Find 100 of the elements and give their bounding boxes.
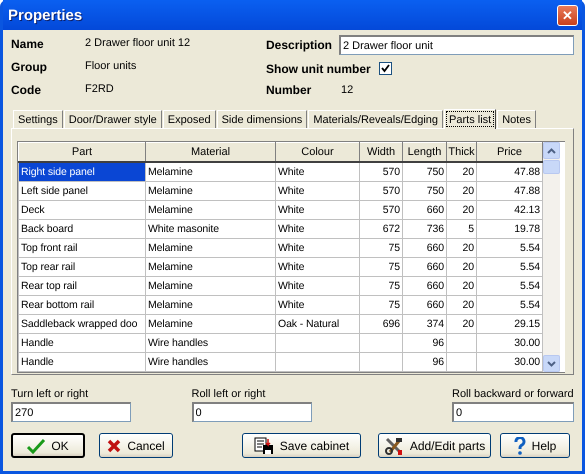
window-title: Properties [8,6,82,24]
table-cell: Melamine [146,200,276,220]
table-cell: 660 [402,296,446,314]
table-cell: 374 [402,314,446,334]
dialog-button[interactable]: Cancel [99,433,173,458]
checkmark-icon [27,438,46,454]
table-cell: Oak - Natural [276,314,360,334]
tab[interactable]: Door/Drawer style [64,110,162,128]
input-field[interactable]: 0 [452,402,574,422]
table-cell: 75 [360,296,402,314]
column-header[interactable]: Price [476,142,542,162]
table-cell: 20 [446,258,476,276]
close-button[interactable]: ✕ [557,4,578,26]
table-cell: 660 [402,258,446,276]
table-cell: Rear top rail [18,276,146,296]
table-cell: Deck [18,200,146,220]
table-cell: Rear bottom rail [18,296,146,314]
column-header[interactable]: Part [18,142,146,162]
column-header[interactable]: Length [402,142,446,162]
field-label: Turn left or right [11,388,90,400]
table-cell: 47.88 [476,162,542,182]
table-cell: Handle [18,352,146,372]
scroll-thumb[interactable] [543,160,560,174]
table-cell: 672 [360,220,402,238]
table-cell [360,352,402,372]
dialog-button[interactable]: OK [11,433,85,458]
help-button[interactable]: Help [500,433,570,458]
column-header[interactable]: Colour [276,142,360,162]
field-label: Number [266,82,312,97]
table-cell: 96 [402,334,446,352]
table-cell [360,334,402,352]
table-cell: Melamine [146,314,276,334]
table-cell: White [276,162,360,182]
scroll-up-button[interactable] [543,142,560,159]
table-cell: 20 [446,200,476,220]
table-cell: Top front rail [18,238,146,258]
floppy-disk-icon [254,436,274,454]
table-cell: Left side panel [18,182,146,200]
column-header[interactable]: Thick [446,142,476,162]
table-cell: 736 [402,220,446,238]
table-cell: Back board [18,220,146,238]
table-cell: Top rear rail [18,258,146,276]
scroll-down-button[interactable] [543,355,560,372]
table-cell: 570 [360,162,402,182]
question-mark-icon [514,436,526,454]
table-cell: 696 [360,314,402,334]
tab[interactable]: Notes [497,110,536,128]
field-label: Group [11,60,48,74]
table-cell: Melamine [146,182,276,200]
field-label: Code [11,83,42,97]
table-cell: Saddleback wrapped doo [18,314,146,334]
table-cell: White [276,276,360,296]
field-label: Description [266,38,334,52]
table-cell: White [276,220,360,238]
tab[interactable]: Settings [13,110,63,128]
field-value: Floor units [85,60,138,74]
input-field[interactable]: 270 [11,402,131,422]
table-cell [446,352,476,372]
field-label: Name [11,37,45,51]
table-cell: 96 [402,352,446,372]
table-cell: Melamine [146,258,276,276]
table-cell [446,334,476,352]
table-cell: White [276,200,360,220]
dialog-button[interactable]: Save cabinet [242,433,361,458]
table-cell: Handle [18,334,146,352]
table-cell: White [276,296,360,314]
column-header[interactable]: Material [146,142,276,162]
table-cell: 75 [360,238,402,258]
table-cell: White [276,182,360,200]
table-cell: Melamine [146,276,276,296]
table-cell: 660 [402,238,446,258]
field-label: Roll backward or forward [452,388,574,400]
tab[interactable]: Materials/Reveals/Edging [308,110,444,128]
table-cell: 30.00 [476,352,542,372]
column-header[interactable]: Width [360,142,402,162]
table-cell: 750 [402,182,446,200]
table-cell: Melamine [146,296,276,314]
tools-icon [384,436,404,456]
table-cell: 570 [360,182,402,200]
table-cell: 75 [360,276,402,296]
tab[interactable]: Side dimensions [216,110,308,128]
checkbox-label: Show unit number [266,62,371,76]
table-cell: White masonite [146,220,276,238]
tab[interactable]: Parts list [444,109,496,129]
cross-icon [107,438,122,452]
table-cell: Right side panel [18,162,146,182]
input-field[interactable]: 0 [192,402,312,422]
checkbox[interactable] [378,62,392,76]
table-cell: 20 [446,314,476,334]
table-cell: Melamine [146,238,276,258]
tab[interactable]: Exposed [162,110,216,128]
table-cell: 20 [446,162,476,182]
description-field[interactable]: 2 Drawer floor unit [339,35,574,56]
table-cell: White [276,238,360,258]
field-label: Roll left or right [192,388,266,400]
table-cell: 660 [402,200,446,220]
table-cell: 20 [446,276,476,296]
table-cell: 20 [446,296,476,314]
dialog-button[interactable]: Add/Edit parts [378,433,491,458]
field-value: 2 Drawer floor unit 12 [85,37,192,51]
